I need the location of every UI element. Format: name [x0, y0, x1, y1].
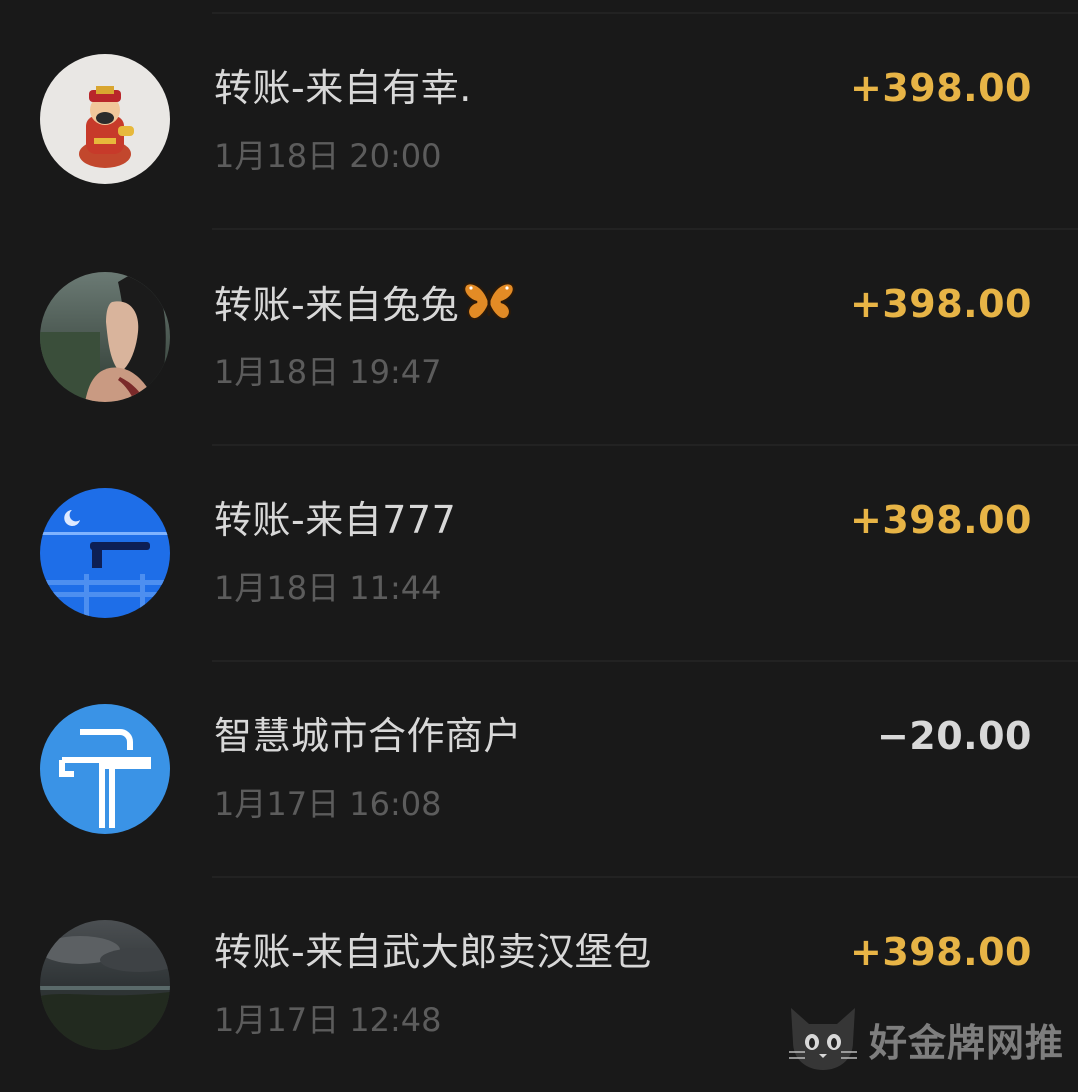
transaction-time: 1月18日 11:44	[214, 569, 442, 607]
transaction-amount: +398.00	[850, 498, 1032, 542]
transaction-row[interactable]: 转账-来自777 1月18日 11:44 +398.00	[0, 444, 1078, 662]
transaction-time: 1月18日 19:47	[214, 353, 442, 391]
cat-icon	[783, 1002, 863, 1076]
transaction-amount: +398.00	[850, 282, 1032, 326]
transaction-list: 转账-来自有幸. 1月18日 20:00 +398.00 转账-来自兔兔 1月1…	[0, 0, 1078, 1086]
watermark-text: 好金牌网推	[868, 1020, 1064, 1065]
transaction-title: 转账-来自777	[214, 498, 457, 542]
butterfly-emoji	[463, 280, 515, 335]
transaction-amount: −20.00	[876, 714, 1032, 758]
night-illustration-avatar	[40, 488, 170, 618]
transaction-time: 1月17日 16:08	[214, 785, 442, 823]
transaction-title: 转账-来自兔兔	[214, 280, 515, 335]
transaction-title: 转账-来自武大郎卖汉堡包	[214, 930, 652, 974]
fortune-god-avatar	[40, 54, 170, 184]
woman-profile-avatar	[40, 272, 170, 402]
transaction-time: 1月18日 20:00	[214, 137, 442, 175]
transaction-time: 1月17日 12:48	[214, 1001, 442, 1039]
transaction-title: 智慧城市合作商户	[214, 714, 523, 758]
transaction-title-text: 转账-来自兔兔	[214, 283, 460, 327]
watermark: 好金牌网推	[783, 1004, 1064, 1074]
transaction-amount: +398.00	[850, 66, 1032, 110]
transaction-row[interactable]: 智慧城市合作商户 1月17日 16:08 −20.00	[0, 660, 1078, 878]
transaction-amount: +398.00	[850, 930, 1032, 974]
cloudy-landscape-avatar	[40, 920, 170, 1050]
smart-city-logo-avatar	[40, 704, 170, 834]
transaction-title: 转账-来自有幸.	[214, 66, 472, 110]
transaction-row[interactable]: 转账-来自有幸. 1月18日 20:00 +398.00	[0, 12, 1078, 230]
transaction-row[interactable]: 转账-来自兔兔 1月18日 19:47 +398.00	[0, 228, 1078, 446]
